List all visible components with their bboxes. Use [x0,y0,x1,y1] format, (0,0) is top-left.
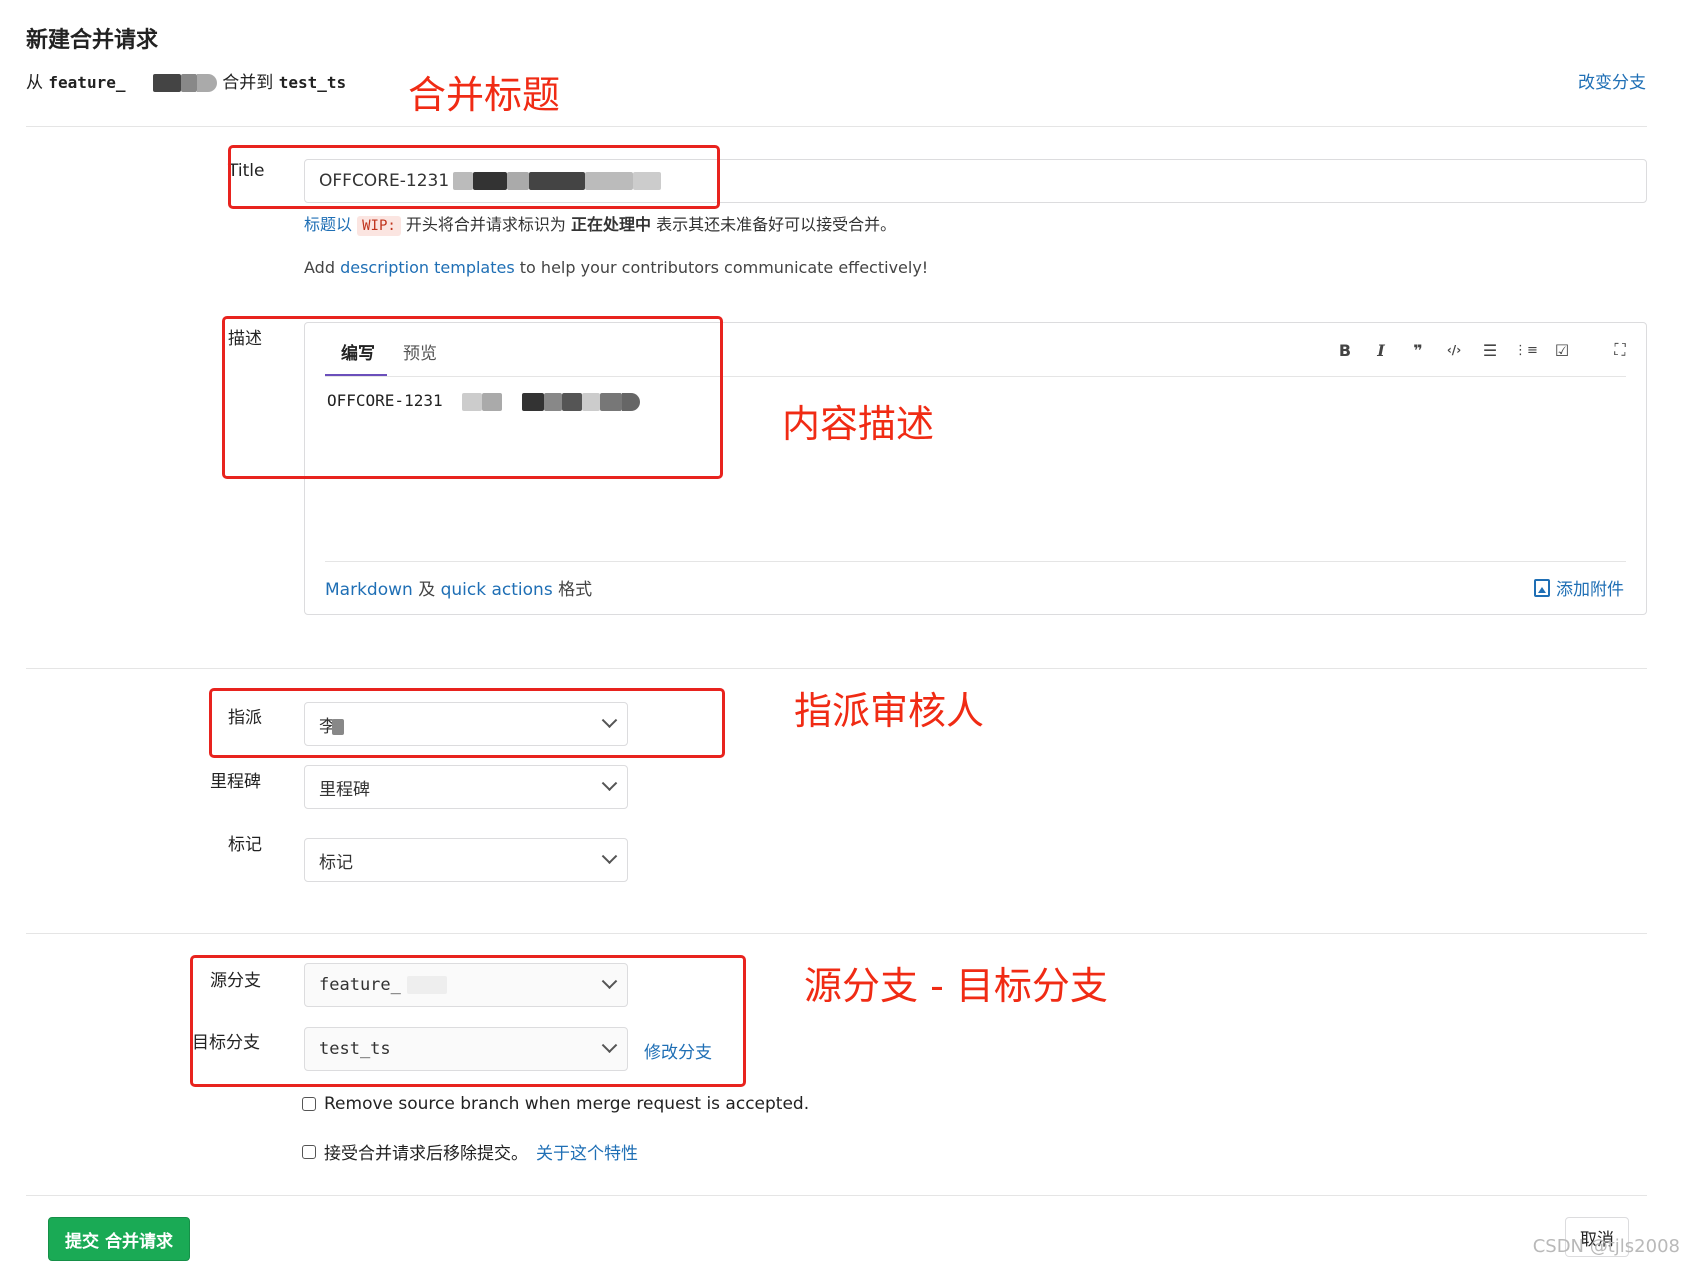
editor-footer-divider [325,561,1626,562]
target-branch-label: 目标分支 [192,1033,260,1053]
image-icon [1534,578,1550,597]
redacted-block [543,392,562,411]
italic-icon[interactable]: I [1367,337,1395,363]
numbered-list-icon[interactable]: ⋮≡ [1512,337,1540,363]
milestone-select[interactable]: 里程碑 [304,765,628,809]
from-prefix: 从 [26,73,43,93]
templates-hint: Add description templates to help your c… [304,258,929,277]
change-branches-link[interactable]: 改变分支 [1578,68,1646,93]
redacted-block [152,74,181,92]
redacted-block [581,392,600,411]
redacted-block [180,74,197,92]
divider [26,1195,1647,1196]
branch-annotation: 源分支 - 目标分支 [804,964,1108,1008]
source-branch-name: feature_ [48,73,126,92]
assignee-annotation: 指派审核人 [794,689,985,733]
description-annotation: 内容描述 [782,402,935,446]
chevron-down-icon [601,711,618,728]
attach-file-button[interactable]: 添加附件 [1534,575,1624,600]
quote-icon[interactable]: ❞ [1404,337,1432,363]
milestone-label: 里程碑 [210,772,261,792]
labels-select[interactable]: 标记 [304,838,628,882]
tab-write[interactable]: 编写 [341,339,375,364]
submit-merge-request-button[interactable]: 提交 合并请求 [48,1217,190,1261]
fullscreen-icon[interactable]: ⛶ [1606,337,1634,363]
wip-hint: 标题以 WIP: 开头将合并请求标识为 正在处理中 表示其还未准备好可以接受合并… [304,215,897,236]
redacted-block [633,172,662,190]
squash-checkbox[interactable] [302,1144,316,1159]
labels-label: 标记 [228,835,262,855]
chevron-down-icon [601,1036,618,1053]
markdown-link[interactable]: Markdown [325,580,413,600]
quick-actions-link[interactable]: quick actions [441,580,553,600]
change-branch-link[interactable]: 修改分支 [644,1038,712,1063]
description-editor: 编写 预览 B I ❞ ‹/› ☰ ⋮≡ ☑ ⛶ OFFCORE-1231 Ma… [304,322,1647,615]
description-templates-link[interactable]: description templates [340,258,515,277]
redacted-block [453,172,474,190]
bold-icon[interactable]: B [1331,337,1359,363]
merge-into-text: 合并到 [222,73,274,93]
target-branch-name: test_ts [278,73,347,92]
watermark: CSDN @tjls2008 [1532,1236,1680,1257]
assignee-select[interactable]: 李 [304,702,628,746]
remove-source-branch-checkbox[interactable] [302,1097,316,1111]
redacted-block [473,172,508,190]
description-textarea[interactable]: OFFCORE-1231 [327,391,640,411]
markdown-hint: Markdown 及 quick actions 格式 [325,580,593,600]
redacted-block [196,74,217,92]
source-branch-select[interactable]: feature_ [304,963,628,1007]
redacted-block [585,172,634,190]
redacted-block [529,172,586,190]
title-input[interactable]: OFFCORE-1231 [304,159,1647,203]
tabs-divider [325,376,1626,377]
assignee-label: 指派 [228,708,262,728]
divider [26,933,1647,934]
redacted-block [561,392,582,411]
bullet-list-icon[interactable]: ☰ [1476,337,1504,363]
divider [26,126,1647,127]
description-label: 描述 [228,329,262,349]
chevron-down-icon [601,774,618,791]
redacted-block [461,392,482,411]
redacted-block [621,392,640,411]
target-branch-select[interactable]: test_ts [304,1027,628,1071]
chevron-down-icon [601,972,618,989]
title-label: Title [228,161,265,181]
tab-preview[interactable]: 预览 [403,339,437,364]
redacted-block [481,392,502,411]
source-branch-label: 源分支 [210,971,261,991]
redacted-block [332,718,344,735]
redacted-block [521,392,544,411]
title-annotation: 合并标题 [408,73,561,117]
code-icon[interactable]: ‹/› [1440,337,1468,363]
divider [26,668,1647,669]
redacted-block [599,392,622,411]
remove-source-branch-option: Remove source branch when merge request … [302,1094,809,1114]
chevron-down-icon [601,847,618,864]
about-feature-link[interactable]: 关于这个特性 [536,1139,638,1164]
page-title: 新建合并请求 [26,28,159,53]
redacted-block [507,172,530,190]
task-list-icon[interactable]: ☑ [1548,337,1576,363]
active-tab-indicator [325,374,387,376]
redacted-block [406,976,447,994]
branch-summary: 从 feature_ 合并到 test_ts [26,68,346,93]
squash-option: 接受合并请求后移除提交。 关于这个特性 [302,1139,638,1164]
